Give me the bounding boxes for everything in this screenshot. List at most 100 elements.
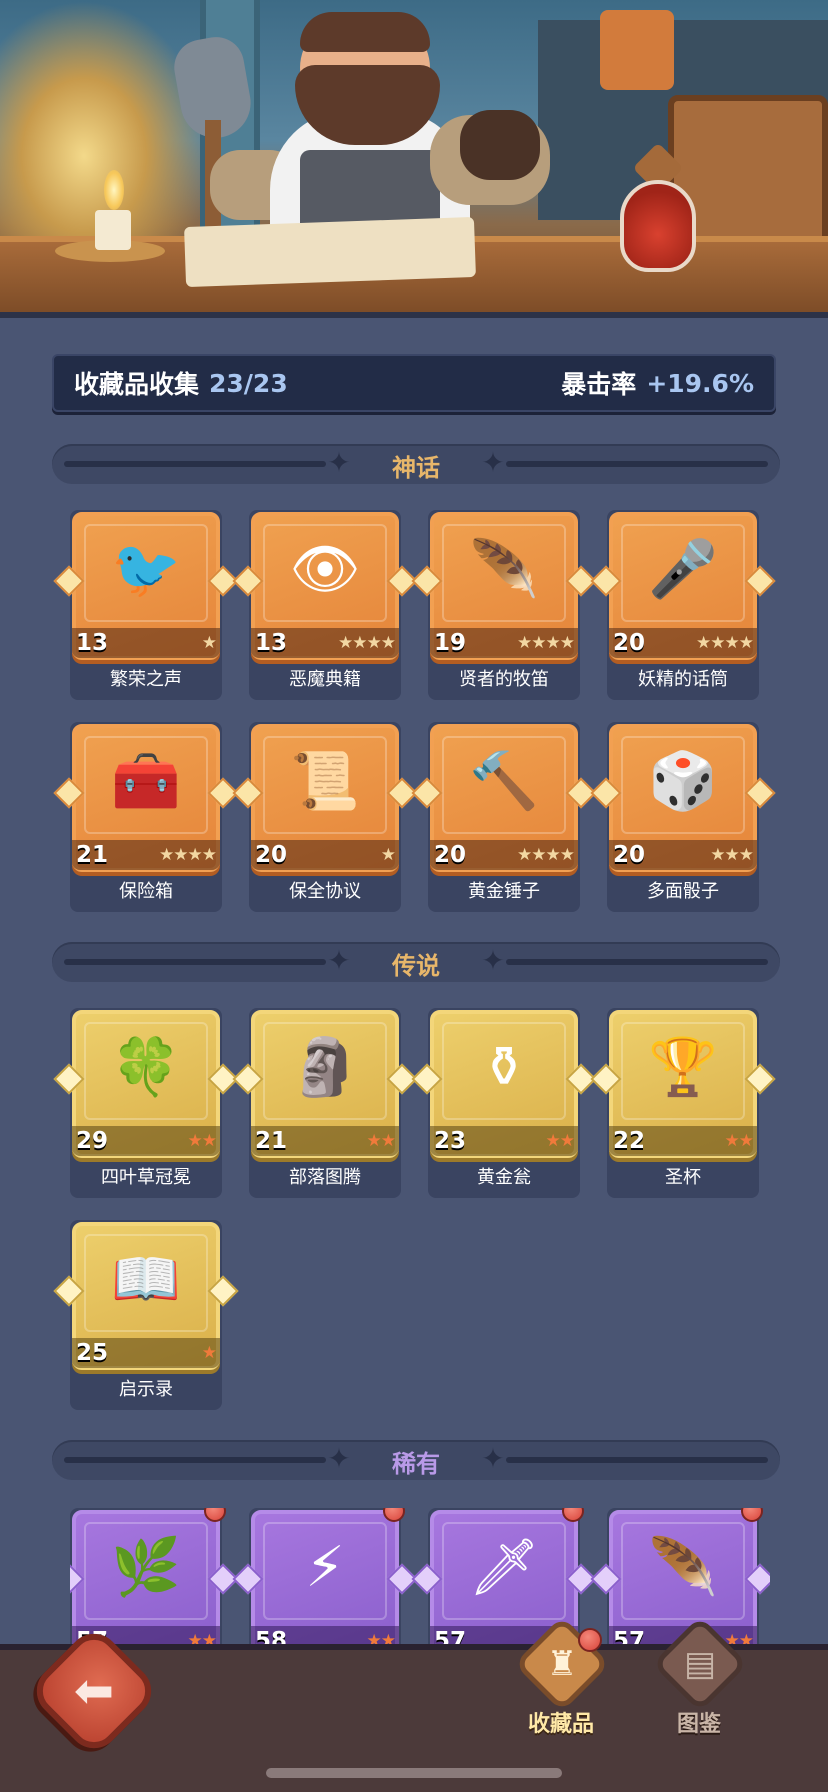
mythic-grid: 🐦 13 ★ 繁荣之声 👁 13 ★★★★ 恶魔典籍 🪶 19 ★★★★ 贤者的牧笛 🎤 20 ★★★★ 妖精… (53, 510, 776, 912)
card-footer: 13 ★ (72, 628, 220, 658)
item-name: 黄金瓮 (477, 1167, 531, 1188)
section-header-rare: ✦ 稀有 ✦ (52, 1440, 780, 1480)
lightning-gem-icon: ⚡ (305, 1535, 345, 1600)
thorn-vine-icon: 🌿 (111, 1535, 181, 1600)
item-name: 恶魔典籍 (289, 669, 361, 690)
sparkle-icon: ✦ (481, 944, 505, 977)
item-name: 启示录 (119, 1379, 173, 1400)
section-header-mythic: ✦ 神话 ✦ (52, 444, 780, 484)
collectible-card[interactable]: ⚡ 58 ★★ (232, 1508, 418, 1648)
revelation-book-icon: 📖 (111, 1247, 181, 1312)
collectible-card[interactable]: 👁 13 ★★★★ 恶魔典籍 (232, 510, 418, 700)
collectible-card[interactable]: 🪶 19 ★★★★ 贤者的牧笛 (411, 510, 597, 700)
dice-icon: 🎲 (648, 749, 718, 814)
codex-book-icon: ▤ (651, 1615, 749, 1713)
item-stars: ★★★ (710, 845, 754, 865)
notification-dot (578, 1628, 602, 1652)
item-name: 保险箱 (119, 881, 173, 902)
red-potion-icon (620, 180, 696, 272)
sparkle-icon: ✦ (481, 446, 505, 479)
collectible-card[interactable]: 🪶 57 ★★ (590, 1508, 770, 1648)
clover-crown-icon: 🍀 (111, 1035, 181, 1100)
item-name: 黄金锤子 (468, 881, 540, 902)
demon-book-icon: 👁 (289, 537, 361, 602)
collectible-card[interactable]: 🐦 13 ★ 繁荣之声 (53, 510, 239, 700)
collection-progress: 收藏品收集 23/23 (74, 365, 288, 401)
card-footer: 20 ★★★ (609, 840, 757, 870)
golden-hammer-icon: 🔨 (469, 749, 539, 814)
item-stars: ★★★★ (517, 633, 575, 653)
card-footer: 13 ★★★★ (251, 628, 399, 658)
crit-rate: 暴击率 +19.6% (561, 365, 754, 401)
golden-urn-icon: ⚱ (480, 1035, 528, 1100)
nav-codex-label: 图鉴 (676, 1712, 721, 1737)
item-level: 23 (434, 1128, 467, 1154)
item-name: 贤者的牧笛 (459, 669, 549, 690)
collectible-card[interactable]: 📖 25 ★ 启示录 (53, 1220, 239, 1410)
collectible-card[interactable]: 🌿57★★ (70, 1508, 239, 1648)
contract-icon: 📜 (290, 749, 360, 814)
blue-bird-ball-icon: 🐦 (111, 537, 181, 602)
collection-label: 收藏品收集 (74, 370, 200, 399)
collectible-card[interactable]: ⚱ 23 ★★ 黄金瓮 (411, 1008, 597, 1198)
collectible-card[interactable]: 🎤 20 ★★★★ 妖精的话筒 (590, 510, 776, 700)
collectible-card[interactable]: 🎲 20 ★★★ 多面骰子 (590, 722, 776, 912)
card-footer: 29 ★★ (72, 1126, 220, 1156)
dwarf-fist (460, 110, 540, 180)
nav-collection-label: 收藏品 (527, 1712, 594, 1737)
item-name: 多面骰子 (647, 881, 719, 902)
crit-label: 暴击率 (561, 370, 637, 399)
home-indicator (266, 1768, 562, 1778)
item-name: 保全协议 (289, 881, 361, 902)
item-name: 四叶草冠冕 (101, 1167, 191, 1188)
item-level: 13 (76, 630, 109, 656)
item-name: 妖精的话筒 (638, 669, 728, 690)
item-stars: ★ (201, 1343, 217, 1363)
item-name: 圣杯 (665, 1167, 701, 1188)
collection-summary-bar: 收藏品收集 23/23 暴击率 +19.6% (52, 354, 776, 412)
item-stars: ★ (380, 845, 396, 865)
item-stars: ★★★★ (159, 845, 217, 865)
collectible-card[interactable]: 🗿 21 ★★ 部落图腾 (232, 1008, 418, 1198)
item-name: 部落图腾 (289, 1167, 361, 1188)
item-level: 29 (76, 1128, 109, 1154)
card-footer: 19 ★★★★ (430, 628, 578, 658)
item-stars: ★★★★ (696, 633, 754, 653)
sage-flute-icon: 🪶 (469, 537, 539, 602)
tribal-totem-icon: 🗿 (290, 1035, 360, 1100)
item-stars: ★★ (545, 1131, 575, 1151)
collectible-card[interactable]: 📜 20 ★ 保全协议 (232, 722, 418, 912)
card-footer: 20 ★★★★ (430, 840, 578, 870)
nav-codex-tab[interactable]: ▤ 图鉴 (644, 1615, 754, 1742)
card-footer: 22 ★★ (609, 1126, 757, 1156)
item-level: 13 (255, 630, 288, 656)
candle-icon (95, 210, 131, 250)
card-footer: 23 ★★ (430, 1126, 578, 1156)
phoenix-feather-icon: 🪶 (648, 1535, 718, 1600)
sparkle-icon: ✦ (481, 1442, 505, 1475)
collectible-card[interactable]: 🍀 29 ★★ 四叶草冠冕 (53, 1008, 239, 1198)
collectible-card[interactable]: 🏆 22 ★★ 圣杯 (590, 1008, 776, 1198)
header-illustration (0, 0, 828, 318)
collection-count: 23/23 (209, 368, 288, 398)
crit-value: +19.6% (646, 368, 754, 398)
item-stars: ★★ (366, 1131, 396, 1151)
item-level: 20 (434, 842, 467, 868)
collectible-card[interactable]: 🧰 21 ★★★★ 保险箱 (53, 722, 239, 912)
card-footer: 21 ★★ (251, 1126, 399, 1156)
item-level: 19 (434, 630, 467, 656)
item-stars: ★★ (724, 1131, 754, 1151)
treasure-chest-icon: 🧰 (111, 749, 181, 814)
fairy-microphone-icon: 🎤 (648, 537, 718, 602)
section-header-legendary: ✦ 传说 ✦ (52, 942, 780, 982)
item-level: 21 (255, 1128, 288, 1154)
item-level: 25 (76, 1340, 109, 1366)
treasure-map (184, 216, 476, 288)
ice-dagger-icon: 🗡 (468, 1535, 540, 1600)
card-footer: 21 ★★★★ (72, 840, 220, 870)
totem-decoration (600, 10, 674, 90)
rare-grid: 🌿57★★⚡58★★🗡57★★🪶57★★ (70, 1508, 770, 1648)
collectible-card[interactable]: 🔨 20 ★★★★ 黄金锤子 (411, 722, 597, 912)
item-name: 繁荣之声 (110, 669, 182, 690)
dwarf-hair (300, 12, 430, 52)
